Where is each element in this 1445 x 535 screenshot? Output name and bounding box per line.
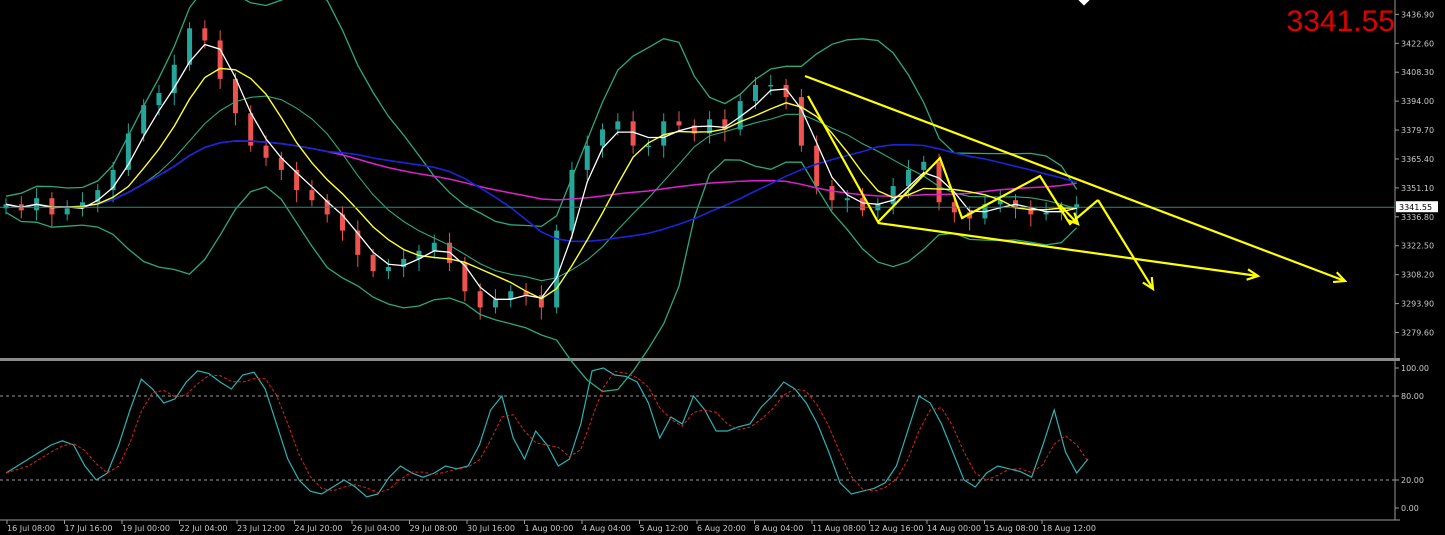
x-tick-label: 12 Aug 16:00 [870,524,924,533]
x-tick-label: 19 Jul 00:00 [122,524,170,533]
candle-body [584,145,590,170]
x-tick-label: 5 Aug 12:00 [640,524,689,533]
candle-body [814,145,820,187]
trading-chart: 3436.90 3422.60 3408.30 3394.00 3379.70 3365.… [0,0,1438,533]
ma-magenta [5,140,1077,209]
x-tick-label: 14 Aug 00:00 [927,524,981,533]
bollinger-middle [5,95,1077,282]
x-tick-label: 4 Aug 04:00 [582,524,631,533]
bollinger-upper [5,0,1078,228]
candle-body [798,97,804,146]
candle-body [860,198,866,211]
candle-body [752,84,758,102]
candle-body [645,145,651,148]
x-tick-label: 17 Jul 16:00 [65,524,113,533]
x-tick-label: 29 Jul 08:00 [410,524,458,533]
bollinger-lower [5,159,1078,393]
x-tick-label: 30 Jul 16:00 [467,524,515,533]
candle-body [385,266,391,272]
stochastic-signal-line [5,370,1089,494]
candle-body [905,169,911,187]
x-tick-label: 18 Aug 12:00 [1042,524,1096,533]
y-tick-label: 3408.30 [1401,68,1434,77]
candle-body [676,121,682,126]
candle-body [1043,212,1049,215]
candle-body [309,190,315,201]
candle-body [232,78,238,114]
candle-body [370,254,376,272]
x-tick-label: 11 Aug 08:00 [812,524,866,533]
osc-y-tick-label: 80.00 [1401,392,1424,401]
y-tick-label: 3336.80 [1401,213,1434,222]
candle-body [768,84,774,87]
candle-body [508,291,514,300]
y-tick-label: 3379.70 [1401,126,1434,135]
y-tick-label: 3351.10 [1401,184,1434,193]
candle-body [615,121,621,130]
y-tick-label: 3279.60 [1401,329,1434,338]
x-tick-label: 24 Jul 20:00 [295,524,343,533]
x-tick-label: 22 Jul 04:00 [180,524,228,533]
x-tick-label: 15 Aug 08:00 [985,524,1039,533]
candle-body [263,145,269,158]
candle-body [600,129,606,146]
candle-body [921,161,927,170]
candle-body [477,291,483,308]
x-tick-label: 8 Aug 04:00 [755,524,804,533]
candle-body [630,121,636,146]
osc-y-tick-label: 0.00 [1401,504,1419,513]
stochastic-main-line [5,367,1089,498]
y-tick-label: 3293.90 [1401,300,1434,309]
projection-arrow [1097,199,1154,290]
candle-body [492,299,498,308]
candle-body [890,186,896,205]
candle-body [64,208,70,215]
candle-body [431,242,437,251]
x-tick-label: 26 Jul 04:00 [352,524,400,533]
y-tick-label: 3394.00 [1401,97,1434,106]
candle-body [844,198,850,201]
candle-body [554,230,560,308]
x-tick-label: 16 Jul 08:00 [7,524,55,533]
y-tick-label: 3365.40 [1401,155,1434,164]
osc-y-tick-label: 100.00 [1401,364,1429,373]
candle-body [217,40,223,79]
x-tick-label: 6 Aug 20:00 [697,524,746,533]
candle-body [661,121,667,146]
candle-body [202,28,208,41]
y-tick-label: 3308.20 [1401,271,1434,280]
current-price-tag-label: 3341.55 [1399,203,1432,212]
y-tick-label: 3322.50 [1401,242,1434,251]
x-tick-label: 23 Jul 12:00 [237,524,285,533]
y-tick-label: 3436.90 [1401,10,1434,19]
x-tick-label: 1 Aug 00:00 [525,524,574,533]
candle-body [829,186,835,201]
candle-body [936,161,942,203]
price-readout: 3341.55 [1286,5,1395,38]
osc-y-tick-label: 20.00 [1401,476,1424,485]
pane-separator [0,358,1400,361]
trendline-lower-arrow [877,221,1259,278]
y-tick-label: 3422.60 [1401,39,1434,48]
candle-body [156,93,162,106]
